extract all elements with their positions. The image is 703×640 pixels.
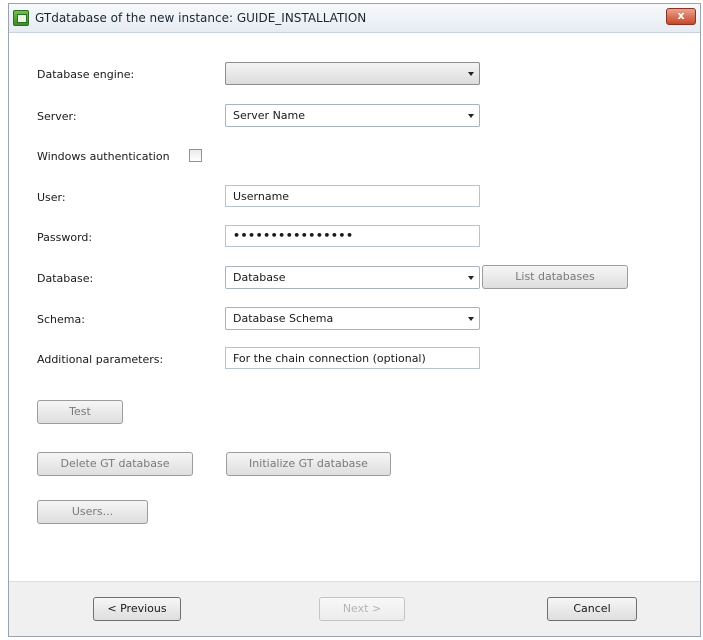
server-dropdown[interactable]: Server Name — [225, 104, 480, 127]
app-icon — [13, 10, 29, 26]
server-value: Server Name — [233, 109, 306, 122]
schema-dropdown[interactable]: Database Schema — [225, 307, 480, 330]
list-databases-button[interactable]: List databases — [482, 265, 628, 289]
wizard-footer: < Previous Next > Cancel — [9, 581, 700, 636]
cancel-button[interactable]: Cancel — [547, 597, 637, 621]
additional-parameters-label: Additional parameters: — [37, 353, 164, 366]
chevron-down-icon — [468, 276, 474, 280]
delete-gt-database-button[interactable]: Delete GT database — [37, 452, 193, 476]
installation-dialog: GTdatabase of the new instance: GUIDE_IN… — [8, 3, 701, 637]
previous-button[interactable]: < Previous — [93, 597, 181, 621]
additional-parameters-input[interactable] — [225, 347, 480, 369]
user-label: User: — [37, 191, 66, 204]
chevron-down-icon — [468, 72, 474, 76]
user-input[interactable] — [225, 185, 480, 207]
initialize-gt-database-button[interactable]: Initialize GT database — [226, 452, 391, 476]
users-button[interactable]: Users... — [37, 500, 148, 524]
server-label: Server: — [37, 110, 77, 123]
password-label: Password: — [37, 231, 93, 244]
database-label: Database: — [37, 272, 94, 285]
next-button[interactable]: Next > — [319, 597, 405, 621]
chevron-down-icon — [468, 114, 474, 118]
chevron-down-icon — [468, 317, 474, 321]
database-engine-dropdown[interactable] — [225, 62, 480, 85]
database-dropdown[interactable]: Database — [225, 266, 480, 289]
close-button[interactable]: x — [666, 8, 696, 25]
schema-value: Database Schema — [233, 312, 334, 325]
schema-label: Schema: — [37, 313, 85, 326]
window-title: GTdatabase of the new instance: GUIDE_IN… — [35, 11, 367, 25]
database-engine-label: Database engine: — [37, 68, 135, 81]
windows-authentication-checkbox[interactable] — [189, 149, 202, 162]
database-value: Database — [233, 271, 286, 284]
title-bar: GTdatabase of the new instance: GUIDE_IN… — [9, 4, 700, 33]
windows-authentication-label: Windows authentication — [37, 150, 170, 163]
password-input[interactable]: •••••••••••••••• — [225, 225, 480, 247]
test-button[interactable]: Test — [37, 400, 123, 424]
